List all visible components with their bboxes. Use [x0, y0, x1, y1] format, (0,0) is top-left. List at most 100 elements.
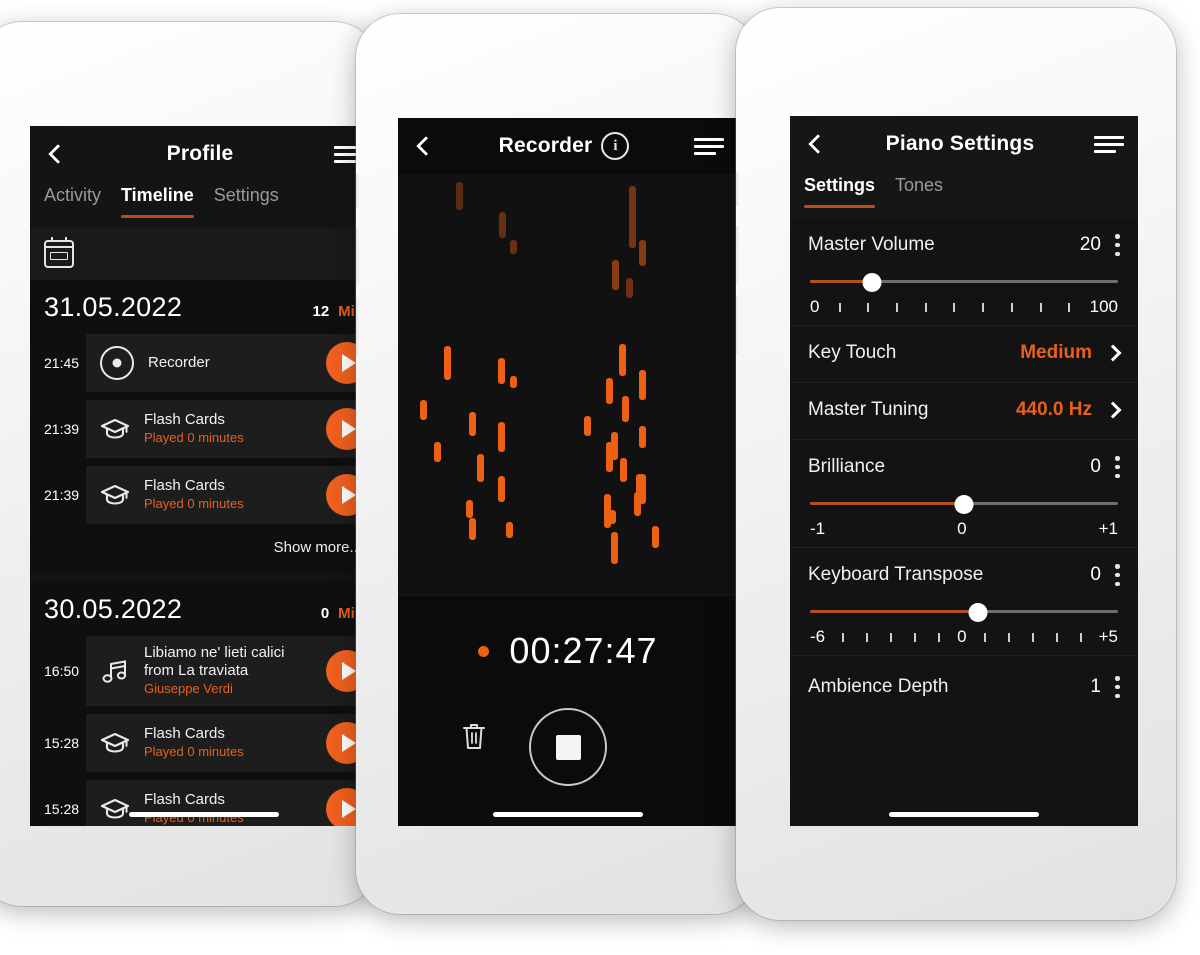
waveform-bar	[498, 476, 505, 502]
back-icon[interactable]	[44, 143, 66, 165]
waveform-bar	[639, 426, 646, 448]
table-row[interactable]: 21:39 Flash Cards Played 0 minutes	[30, 465, 378, 525]
trash-icon[interactable]	[460, 720, 488, 752]
row-time: 21:45	[44, 355, 80, 371]
waveform-bar	[626, 278, 633, 298]
home-indicator	[129, 812, 279, 817]
setting-label: Keyboard Transpose	[808, 564, 984, 585]
screenshot-stage: Profile Activity Timeline Settings 31.05…	[0, 0, 1200, 955]
chevron-right-icon[interactable]	[1106, 346, 1120, 360]
waveform-bar	[498, 422, 505, 452]
slider-scale: -1 0 +1	[810, 519, 1118, 539]
row-title: Flash Cards	[144, 477, 225, 495]
phone-middle-screen: Recorder i 00:27:47	[398, 118, 738, 826]
volume-down-button	[356, 298, 359, 356]
waveform-bar	[510, 240, 517, 254]
waveform-bar	[639, 370, 646, 400]
kebab-menu-icon[interactable]	[1115, 456, 1120, 478]
setting-label: Key Touch	[808, 342, 897, 363]
kebab-menu-icon[interactable]	[1115, 234, 1120, 256]
timeline-toolbar	[30, 228, 378, 280]
recorder-navbar: Recorder i	[398, 118, 738, 174]
home-indicator	[889, 812, 1039, 817]
phone-middle-recorder: Recorder i 00:27:47	[356, 14, 758, 914]
piano-settings-tabs: Settings Tones	[790, 172, 1138, 218]
tab-activity[interactable]: Activity	[44, 182, 101, 218]
volume-up-button	[736, 226, 739, 284]
setting-label: Master Tuning	[808, 399, 929, 420]
kebab-menu-icon[interactable]	[1115, 564, 1120, 586]
row-time: 21:39	[44, 421, 80, 437]
tab-timeline[interactable]: Timeline	[121, 182, 194, 218]
waveform-bar	[466, 500, 473, 518]
hamburger-menu-icon[interactable]	[1094, 133, 1124, 155]
profile-navbar: Profile	[30, 126, 378, 182]
stop-button[interactable]	[529, 708, 607, 786]
recorder-controls: 00:27:47	[398, 595, 738, 826]
record-icon	[100, 346, 134, 380]
piano-settings-navbar: Piano Settings	[790, 116, 1138, 172]
setting-row-key-touch[interactable]: Key Touch Medium	[790, 326, 1138, 383]
setting-row-master-tuning[interactable]: Master Tuning 440.0 Hz	[790, 383, 1138, 440]
setting-label: Brilliance	[808, 456, 886, 477]
setting-value: Medium	[1020, 342, 1092, 363]
setting-value: 0	[1090, 564, 1101, 585]
row-subtitle: Played 0 minutes	[144, 744, 244, 760]
setting-label: Ambience Depth	[808, 676, 949, 697]
page-title: Profile	[166, 142, 234, 165]
side-button	[356, 174, 359, 208]
table-row[interactable]: 16:50 Libiamo ne' lieti calici from La t…	[30, 635, 378, 707]
waveform-bar	[609, 510, 616, 524]
graduation-cap-icon	[100, 414, 130, 444]
table-row[interactable]: 21:39 Flash Cards Played 0 minutes	[30, 399, 378, 459]
waveform-bar	[499, 212, 506, 238]
setting-value: 0	[1090, 456, 1101, 477]
waveform-bar	[606, 378, 613, 404]
row-title: Recorder	[148, 354, 210, 371]
phone-right-screen: Piano Settings Settings Tones Master Vol…	[790, 116, 1138, 826]
back-icon[interactable]	[412, 135, 434, 157]
waveform-bar	[611, 532, 618, 564]
slider-min-label: -6	[810, 627, 826, 646]
show-more-link[interactable]: Show more...	[30, 525, 378, 572]
table-row[interactable]: 15:28 Flash Cards Played 0 minutes	[30, 779, 378, 826]
hamburger-menu-icon[interactable]	[694, 135, 724, 157]
back-icon[interactable]	[804, 133, 826, 155]
graduation-cap-icon	[100, 794, 130, 824]
slider-scale: 0 100	[810, 297, 1118, 317]
tab-settings[interactable]: Settings	[804, 172, 876, 208]
row-composer: Giuseppe Verdi	[144, 681, 233, 697]
waveform-bar	[606, 442, 613, 472]
volume-up-button	[356, 228, 359, 286]
waveform-bar	[498, 358, 505, 384]
master-volume-slider[interactable]	[810, 273, 1118, 292]
waveform-bar	[506, 522, 513, 538]
table-row[interactable]: 21:45 Recorder	[30, 333, 378, 393]
waveform-bar	[639, 240, 646, 266]
setting-value: 20	[1079, 234, 1101, 255]
tab-settings[interactable]: Settings	[214, 182, 279, 218]
chevron-right-icon[interactable]	[1106, 403, 1120, 417]
calendar-icon[interactable]	[44, 237, 74, 268]
waveform-bar	[652, 526, 659, 548]
tab-tones[interactable]: Tones	[895, 172, 943, 208]
brilliance-slider[interactable]	[810, 495, 1118, 514]
volume-down-button	[736, 296, 739, 354]
info-icon[interactable]: i	[601, 132, 630, 160]
setting-label: Master Volume	[808, 234, 935, 255]
keyboard-transpose-slider[interactable]	[810, 603, 1118, 622]
waveform-bar	[477, 454, 484, 482]
row-title: Libiamo ne' lieti calici from La traviat…	[144, 644, 285, 680]
setting-value: 440.0 Hz	[1015, 399, 1092, 420]
slider-mid-label: 0	[957, 519, 967, 538]
profile-screen: Profile Activity Timeline Settings 31.05…	[30, 126, 378, 826]
setting-value: 1	[1090, 676, 1101, 697]
phone-left-screen: Profile Activity Timeline Settings 31.05…	[30, 126, 378, 826]
graduation-cap-icon	[100, 728, 130, 758]
table-row[interactable]: 15:28 Flash Cards Played 0 minutes	[30, 713, 378, 773]
waveform-bar	[434, 442, 441, 462]
graduation-cap-icon	[100, 480, 130, 510]
slider-max-label: +1	[1098, 519, 1118, 538]
waveform-bar	[622, 396, 629, 422]
kebab-menu-icon[interactable]	[1115, 676, 1120, 698]
